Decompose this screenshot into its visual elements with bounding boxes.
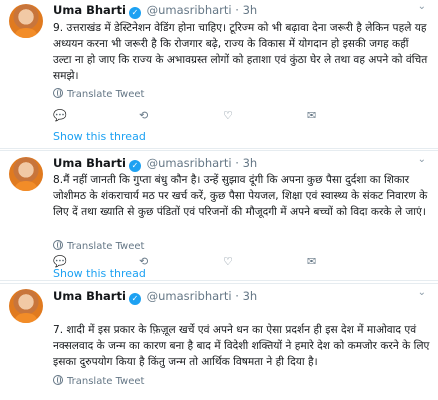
author-handle[interactable]: @umasribharti bbox=[147, 156, 232, 170]
globe-icon bbox=[53, 240, 63, 250]
tweet-text: 8.मैं नहीं जानती कि गुप्ता बंधु कौन है। … bbox=[53, 174, 428, 218]
author-name[interactable]: Uma Bharti bbox=[53, 289, 126, 303]
translate-tweet-link[interactable]: Translate Tweet bbox=[53, 240, 144, 252]
author-handle[interactable]: @umasribharti bbox=[147, 3, 232, 17]
author-name[interactable]: Uma Bharti bbox=[53, 3, 126, 17]
author-name[interactable]: Uma Bharti bbox=[53, 156, 126, 170]
globe-icon bbox=[53, 375, 63, 385]
timestamp[interactable]: 3h bbox=[243, 3, 258, 17]
like-icon[interactable]: ♡ bbox=[223, 109, 233, 123]
tweet[interactable]: Uma Bharti ✓ @umasribharti · 3h ⌄ 8.मैं न… bbox=[0, 150, 438, 281]
tweet[interactable]: Uma Bharti ✓ @umasribharti · 3h ⌄ 7. शादी… bbox=[0, 283, 438, 400]
show-thread-link[interactable]: Show this thread bbox=[53, 267, 146, 280]
avatar[interactable] bbox=[9, 289, 43, 323]
verified-badge-icon: ✓ bbox=[128, 293, 141, 305]
chevron-down-icon[interactable]: ⌄ bbox=[418, 1, 426, 12]
separator: · bbox=[235, 289, 239, 303]
translate-tweet-link[interactable]: Translate Tweet bbox=[53, 88, 144, 100]
tweet-header: Uma Bharti ✓ @umasribharti · 3h bbox=[53, 289, 257, 305]
reply-icon[interactable]: 💬 bbox=[53, 109, 67, 123]
translate-label: Translate Tweet bbox=[67, 89, 145, 100]
tweet-header: Uma Bharti ✓ @umasribharti · 3h bbox=[53, 3, 257, 19]
globe-icon bbox=[53, 88, 63, 98]
avatar[interactable] bbox=[9, 157, 43, 191]
tweet[interactable]: Uma Bharti ✓ @umasribharti · 3h ⌄ 9. उत्त… bbox=[0, 0, 438, 149]
show-thread-link[interactable]: Show this thread bbox=[53, 130, 146, 143]
chevron-down-icon[interactable]: ⌄ bbox=[418, 287, 426, 298]
chevron-down-icon[interactable]: ⌄ bbox=[418, 154, 426, 165]
timestamp[interactable]: 3h bbox=[243, 289, 258, 303]
verified-badge-icon: ✓ bbox=[128, 7, 141, 19]
timestamp[interactable]: 3h bbox=[243, 156, 258, 170]
separator: · bbox=[235, 3, 239, 17]
avatar[interactable] bbox=[9, 4, 43, 38]
tweet-text: 9. उत्तराखंड में डेस्टिनेशन वेडिंग होना … bbox=[53, 22, 428, 82]
direct-message-icon[interactable]: ✉ bbox=[307, 255, 316, 269]
retweet-icon[interactable]: ⟲ bbox=[139, 109, 148, 123]
separator: · bbox=[235, 156, 239, 170]
translate-label: Translate Tweet bbox=[67, 241, 145, 252]
author-handle[interactable]: @umasribharti bbox=[147, 289, 232, 303]
action-bar: 💬 ⟲ ♡ ✉ bbox=[53, 109, 418, 123]
tweet-header: Uma Bharti ✓ @umasribharti · 3h bbox=[53, 156, 257, 172]
translate-label: Translate Tweet bbox=[67, 376, 145, 387]
translate-tweet-link[interactable]: Translate Tweet bbox=[53, 375, 144, 387]
like-icon[interactable]: ♡ bbox=[223, 255, 233, 269]
tweet-text: 7. शादी में इस प्रकार के फ़िज़ूल खर्चे ए… bbox=[53, 324, 430, 368]
direct-message-icon[interactable]: ✉ bbox=[307, 109, 316, 123]
verified-badge-icon: ✓ bbox=[128, 160, 141, 172]
